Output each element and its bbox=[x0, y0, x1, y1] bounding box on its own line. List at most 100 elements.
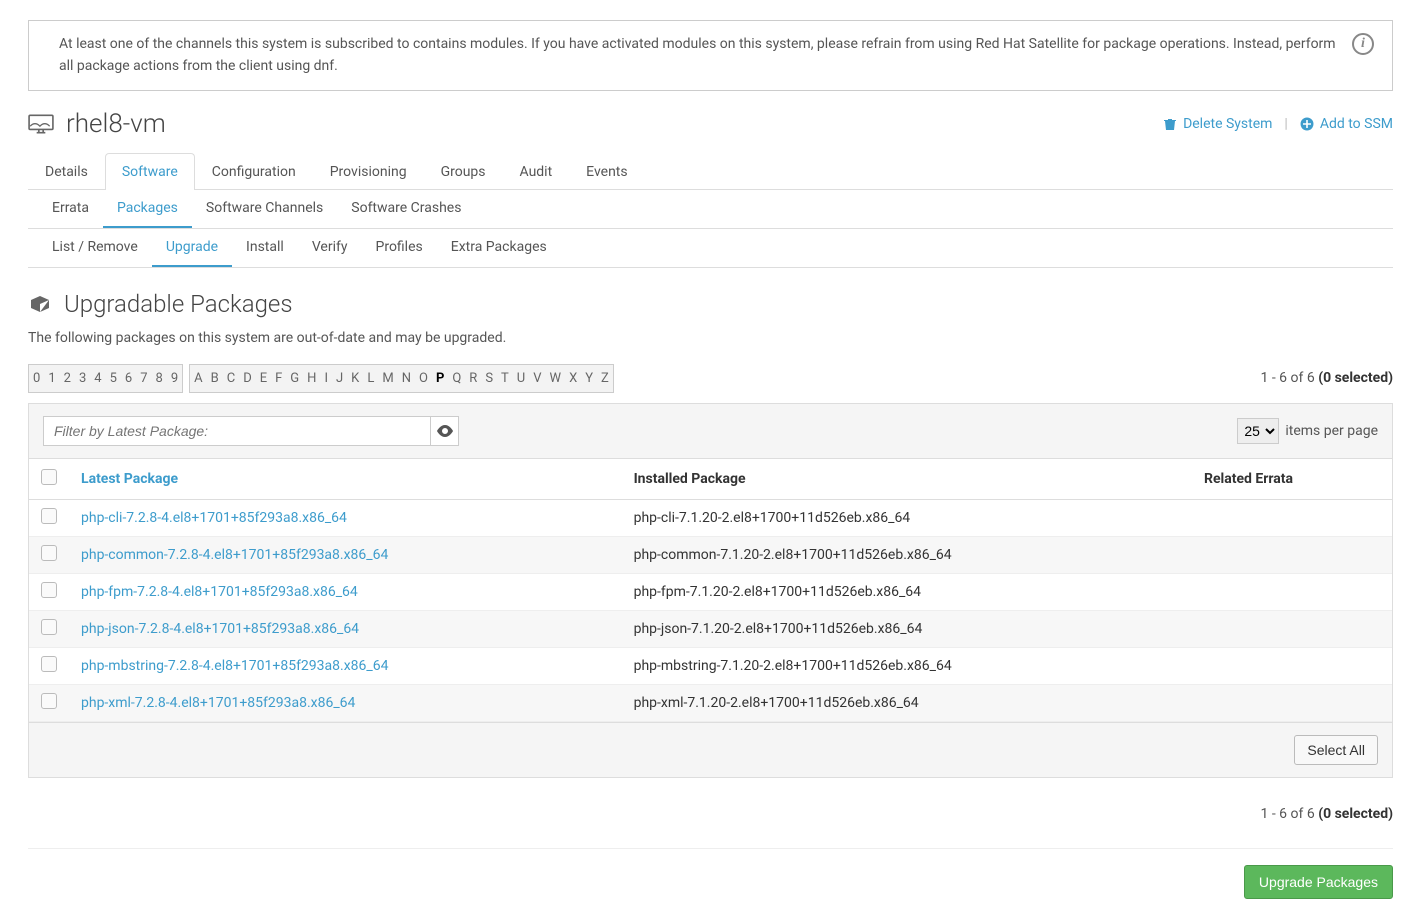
main-tabs: DetailsSoftwareConfigurationProvisioning… bbox=[28, 153, 1393, 190]
table-row: php-mbstring-7.2.8-4.el8+1701+85f293a8.x… bbox=[29, 647, 1392, 684]
plus-circle-icon bbox=[1300, 117, 1314, 131]
alpha-4[interactable]: 4 bbox=[90, 365, 105, 392]
alpha-I[interactable]: I bbox=[320, 365, 332, 392]
list-bar: 0123456789 ABCDEFGHIJKLMNOPQRSTUVWXYZ 1 … bbox=[28, 364, 1393, 393]
table-row: php-fpm-7.2.8-4.el8+1701+85f293a8.x86_64… bbox=[29, 573, 1392, 610]
subtab-packages[interactable]: Packages bbox=[103, 190, 192, 228]
count-range-bottom: 1 - 6 of 6 bbox=[1260, 806, 1314, 822]
alpha-S[interactable]: S bbox=[481, 365, 497, 392]
alpha-8[interactable]: 8 bbox=[152, 365, 167, 392]
latest-package-link[interactable]: php-common-7.2.8-4.el8+1701+85f293a8.x86… bbox=[81, 547, 388, 563]
page-header: rhel8-vm Delete System | Add to SSM bbox=[28, 109, 1393, 139]
tab-configuration[interactable]: Configuration bbox=[195, 153, 313, 190]
related-errata-cell bbox=[1192, 647, 1392, 684]
alpha-K[interactable]: K bbox=[347, 365, 363, 392]
subsubtab-list-remove[interactable]: List / Remove bbox=[38, 229, 152, 267]
col-related-errata: Related Errata bbox=[1192, 459, 1392, 500]
subsubtab-upgrade[interactable]: Upgrade bbox=[152, 229, 232, 267]
alpha-M[interactable]: M bbox=[378, 365, 397, 392]
installed-package-cell: php-json-7.1.20-2.el8+1700+11d526eb.x86_… bbox=[622, 610, 1192, 647]
trash-icon bbox=[1163, 117, 1177, 131]
tab-provisioning[interactable]: Provisioning bbox=[313, 153, 424, 190]
alpha-B[interactable]: B bbox=[207, 365, 223, 392]
per-page-select[interactable]: 25 bbox=[1237, 418, 1279, 444]
subsubtab-install[interactable]: Install bbox=[232, 229, 298, 267]
row-checkbox[interactable] bbox=[41, 693, 57, 709]
latest-package-link[interactable]: php-xml-7.2.8-4.el8+1701+85f293a8.x86_64 bbox=[81, 695, 355, 711]
select-all-button[interactable]: Select All bbox=[1294, 735, 1378, 765]
alpha-V[interactable]: V bbox=[529, 365, 545, 392]
alpha-7[interactable]: 7 bbox=[136, 365, 151, 392]
table-footer: Select All bbox=[29, 722, 1392, 777]
alpha-U[interactable]: U bbox=[513, 365, 529, 392]
latest-package-link[interactable]: php-mbstring-7.2.8-4.el8+1701+85f293a8.x… bbox=[81, 658, 388, 674]
tab-groups[interactable]: Groups bbox=[424, 153, 503, 190]
alert-text: At least one of the channels this system… bbox=[59, 33, 1340, 78]
action-bar: Upgrade Packages bbox=[28, 848, 1393, 899]
alpha-E[interactable]: E bbox=[256, 365, 271, 392]
alpha-5[interactable]: 5 bbox=[106, 365, 121, 392]
alpha-R[interactable]: R bbox=[465, 365, 481, 392]
per-page-group: 25 items per page bbox=[1237, 418, 1378, 444]
alpha-D[interactable]: D bbox=[239, 365, 256, 392]
alpha-Z[interactable]: Z bbox=[597, 365, 613, 392]
alpha-Y[interactable]: Y bbox=[581, 365, 597, 392]
alpha-6[interactable]: 6 bbox=[121, 365, 136, 392]
tab-software[interactable]: Software bbox=[105, 153, 195, 190]
row-checkbox[interactable] bbox=[41, 619, 57, 635]
filter-group bbox=[43, 416, 459, 446]
module-warning-alert: At least one of the channels this system… bbox=[28, 20, 1393, 91]
alpha-N[interactable]: N bbox=[398, 365, 415, 392]
per-page-label: items per page bbox=[1285, 423, 1378, 439]
alpha-F[interactable]: F bbox=[271, 365, 286, 392]
separator: | bbox=[1284, 116, 1287, 132]
subsubtab-verify[interactable]: Verify bbox=[298, 229, 362, 267]
page-title: rhel8-vm bbox=[66, 109, 166, 139]
subtab-software-channels[interactable]: Software Channels bbox=[192, 190, 337, 228]
header-actions: Delete System | Add to SSM bbox=[1163, 116, 1393, 132]
delete-system-link[interactable]: Delete System bbox=[1163, 116, 1272, 132]
add-to-ssm-link[interactable]: Add to SSM bbox=[1300, 116, 1393, 132]
subsubtab-extra-packages[interactable]: Extra Packages bbox=[437, 229, 561, 267]
latest-package-link[interactable]: php-cli-7.2.8-4.el8+1701+85f293a8.x86_64 bbox=[81, 510, 347, 526]
alpha-G[interactable]: G bbox=[286, 365, 303, 392]
alpha-W[interactable]: W bbox=[546, 365, 566, 392]
alpha-T[interactable]: T bbox=[497, 365, 513, 392]
alpha-2[interactable]: 2 bbox=[60, 365, 75, 392]
tab-events[interactable]: Events bbox=[569, 153, 644, 190]
subsubtab-profiles[interactable]: Profiles bbox=[362, 229, 437, 267]
row-checkbox[interactable] bbox=[41, 508, 57, 524]
eye-icon bbox=[437, 425, 453, 437]
alpha-H[interactable]: H bbox=[303, 365, 320, 392]
alpha-O[interactable]: O bbox=[415, 365, 432, 392]
alpha-L[interactable]: L bbox=[363, 365, 378, 392]
subtab-software-crashes[interactable]: Software Crashes bbox=[337, 190, 475, 228]
alpha-Q[interactable]: Q bbox=[448, 365, 465, 392]
installed-package-cell: php-xml-7.1.20-2.el8+1700+11d526eb.x86_6… bbox=[622, 684, 1192, 721]
filter-submit-button[interactable] bbox=[431, 416, 459, 446]
tab-audit[interactable]: Audit bbox=[503, 153, 570, 190]
alpha-P[interactable]: P bbox=[432, 365, 448, 392]
package-table-wrap: 25 items per page Latest Package Install… bbox=[28, 403, 1393, 778]
subtab-errata[interactable]: Errata bbox=[38, 190, 103, 228]
row-checkbox[interactable] bbox=[41, 545, 57, 561]
upgrade-packages-button[interactable]: Upgrade Packages bbox=[1244, 865, 1393, 899]
alpha-C[interactable]: C bbox=[223, 365, 239, 392]
filter-input[interactable] bbox=[43, 416, 431, 446]
tab-details[interactable]: Details bbox=[28, 153, 105, 190]
latest-package-link[interactable]: php-fpm-7.2.8-4.el8+1701+85f293a8.x86_64 bbox=[81, 584, 358, 600]
alpha-0[interactable]: 0 bbox=[29, 365, 44, 392]
alpha-3[interactable]: 3 bbox=[75, 365, 90, 392]
count-selected-bottom: (0 selected) bbox=[1318, 806, 1393, 822]
alpha-1[interactable]: 1 bbox=[44, 365, 59, 392]
row-checkbox[interactable] bbox=[41, 656, 57, 672]
alpha-J[interactable]: J bbox=[332, 365, 347, 392]
latest-package-link[interactable]: php-json-7.2.8-4.el8+1701+85f293a8.x86_6… bbox=[81, 621, 359, 637]
related-errata-cell bbox=[1192, 536, 1392, 573]
col-latest-package[interactable]: Latest Package bbox=[81, 471, 178, 487]
alpha-9[interactable]: 9 bbox=[167, 365, 182, 392]
row-checkbox[interactable] bbox=[41, 582, 57, 598]
alpha-A[interactable]: A bbox=[190, 365, 206, 392]
select-all-checkbox[interactable] bbox=[41, 469, 57, 485]
alpha-X[interactable]: X bbox=[565, 365, 581, 392]
